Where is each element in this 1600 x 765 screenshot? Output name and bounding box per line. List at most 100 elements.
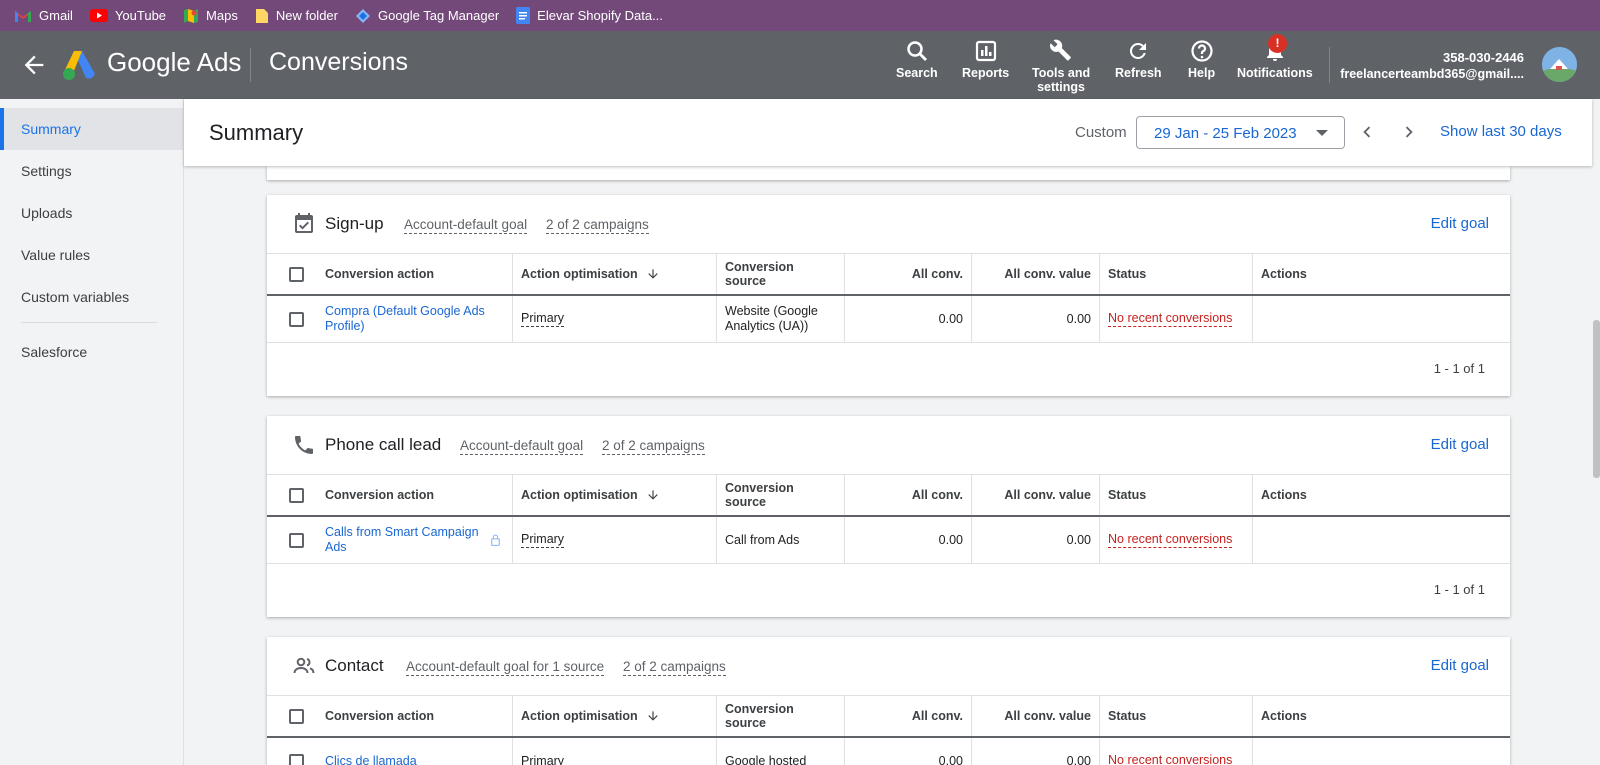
actions-cell [1253, 296, 1510, 342]
notifications-button[interactable]: Notifications ! [1237, 34, 1313, 80]
col-all-conv-value[interactable]: All conv. value [972, 475, 1100, 515]
select-all-checkbox[interactable] [289, 266, 304, 282]
bookmark-label: Gmail [39, 8, 73, 23]
sidebar-item-uploads[interactable]: Uploads [0, 192, 183, 234]
col-all-conv[interactable]: All conv. [845, 475, 972, 515]
sidebar-item-salesforce[interactable]: Salesforce [0, 331, 183, 373]
bookmark-label: Elevar Shopify Data... [537, 8, 663, 23]
sidebar-item-custom-variables[interactable]: Custom variables [0, 276, 183, 318]
chevron-left-icon[interactable] [1356, 121, 1378, 143]
col-all-conv-value[interactable]: All conv. value [972, 254, 1100, 294]
col-all-conv[interactable]: All conv. [845, 696, 972, 736]
col-conversion-source[interactable]: Conversion source [717, 475, 845, 515]
edit-goal-button[interactable]: Edit goal [1431, 657, 1489, 674]
bookmark-tag-manager[interactable]: Google Tag Manager [355, 8, 499, 24]
bookmark-label: Maps [206, 8, 238, 23]
sidebar-item-settings[interactable]: Settings [0, 150, 183, 192]
link-line: Compra (Default Google Ads [325, 304, 485, 318]
search-button[interactable]: Search [896, 39, 938, 80]
edit-goal-button[interactable]: Edit goal [1431, 436, 1489, 453]
optimisation-value[interactable]: Primary [521, 754, 564, 765]
status-cell: No recent conversions [1100, 296, 1253, 342]
goal-card-header: Sign-up Account-default goal 2 of 2 camp… [267, 195, 1510, 253]
table-header: Conversion action Action optimisation Co… [267, 253, 1510, 296]
sidebar: Summary Settings Uploads Value rules Cus… [0, 99, 184, 765]
bookmark-elevar[interactable]: Elevar Shopify Data... [516, 7, 663, 24]
col-status[interactable]: Status [1100, 254, 1253, 294]
col-conversion-action[interactable]: Conversion action [325, 696, 513, 736]
col-actions: Actions [1261, 709, 1307, 723]
show-last-30-days-link[interactable]: Show last 30 days [1440, 123, 1562, 140]
refresh-button[interactable]: Refresh [1115, 39, 1162, 80]
all-conv-value-cell: 0.00 [972, 738, 1100, 765]
col-conversion-action[interactable]: Conversion action [325, 475, 513, 515]
select-all-checkbox[interactable] [289, 487, 304, 503]
row-checkbox[interactable] [289, 532, 304, 548]
edit-goal-button[interactable]: Edit goal [1431, 215, 1489, 232]
goal-title: Sign-up [325, 214, 384, 233]
select-all-cell [267, 696, 325, 736]
col-status[interactable]: Status [1100, 475, 1253, 515]
bookmark-youtube[interactable]: YouTube [89, 8, 166, 23]
source-line: Website (Google [725, 304, 818, 318]
optimisation-value[interactable]: Primary [521, 311, 565, 327]
goal-campaigns-tag[interactable]: 2 of 2 campaigns [623, 659, 726, 676]
bookmark-new-folder[interactable]: New folder [255, 8, 338, 24]
status-badge[interactable]: No recent conversions [1108, 532, 1233, 548]
reports-button[interactable]: Reports [962, 39, 1009, 80]
actions-cell [1253, 738, 1510, 765]
row-checkbox[interactable] [289, 753, 304, 765]
bookmark-gmail[interactable]: Gmail [14, 8, 73, 23]
col-action-optimisation[interactable]: Action optimisation [513, 475, 717, 515]
table-row: Compra (Default Google Ads Profile) Prima… [267, 296, 1510, 343]
col-conversion-source[interactable]: Conversion source [717, 696, 845, 736]
col-conversion-source[interactable]: Conversion source [717, 254, 845, 294]
col-action-optimisation[interactable]: Action optimisation [513, 696, 717, 736]
table-header: Conversion action Action optimisation Co… [267, 474, 1510, 517]
goal-default-tag[interactable]: Account-default goal for 1 source [406, 659, 605, 676]
sidebar-item-summary[interactable]: Summary [0, 108, 183, 150]
scrollbar-thumb[interactable] [1593, 320, 1600, 478]
source-line: Call from Ads [725, 532, 800, 547]
source-cell: Website (Google Analytics (UA)) [717, 296, 845, 342]
goal-default-tag[interactable]: Account-default goal [460, 438, 584, 455]
link-line: Calls from Smart Campaign [325, 525, 479, 539]
back-arrow-icon[interactable] [20, 51, 48, 79]
goal-campaigns-tag[interactable]: 2 of 2 campaigns [546, 217, 649, 234]
account-info[interactable]: 358-030-2446 freelancerteambd365@gmail..… [1340, 49, 1524, 83]
tools-settings-button[interactable]: Tools and settings [1032, 39, 1090, 94]
select-all-checkbox[interactable] [289, 708, 304, 724]
avatar[interactable] [1542, 47, 1577, 82]
all-conv-cell: 0.00 [845, 738, 972, 765]
col-status[interactable]: Status [1100, 696, 1253, 736]
header-divider [250, 48, 251, 82]
bookmark-maps[interactable]: Maps [183, 8, 238, 24]
refresh-label: Refresh [1115, 66, 1162, 80]
row-checkbox[interactable] [289, 311, 304, 327]
col-all-conv[interactable]: All conv. [845, 254, 972, 294]
status-badge[interactable]: No recent conversions [1108, 311, 1233, 327]
goal-default-tag[interactable]: Account-default goal [404, 217, 528, 234]
goal-card-header: Contact Account-default goal for 1 sourc… [267, 637, 1510, 695]
sidebar-item-value-rules[interactable]: Value rules [0, 234, 183, 276]
brand-name: Google Ads [107, 47, 242, 77]
col-label: Action optimisation [521, 488, 638, 502]
conversion-action-link[interactable]: Compra (Default Google Ads Profile) [325, 304, 485, 334]
help-button[interactable]: Help [1188, 39, 1215, 80]
sidebar-divider [21, 322, 157, 323]
conversion-action-cell: Calls from Smart Campaign Ads [325, 517, 513, 563]
row-select-cell [267, 296, 325, 342]
chevron-right-icon[interactable] [1398, 121, 1420, 143]
goal-campaigns-tag[interactable]: 2 of 2 campaigns [602, 438, 705, 455]
optimisation-value[interactable]: Primary [521, 532, 565, 548]
status-badge[interactable]: No recent conversions [1108, 753, 1232, 765]
conversion-action-link[interactable]: Clics de llamada [325, 754, 417, 765]
all-conv-cell: 0.00 [845, 296, 972, 342]
goal-card-header: Phone call lead Account-default goal 2 o… [267, 416, 1510, 474]
col-all-conv-value[interactable]: All conv. value [972, 696, 1100, 736]
previous-card-edge [267, 166, 1510, 180]
date-range-picker[interactable]: 29 Jan - 25 Feb 2023 [1136, 116, 1345, 149]
col-conversion-action[interactable]: Conversion action [325, 254, 513, 294]
conversion-action-link[interactable]: Calls from Smart Campaign Ads [325, 525, 479, 555]
col-action-optimisation[interactable]: Action optimisation [513, 254, 717, 294]
